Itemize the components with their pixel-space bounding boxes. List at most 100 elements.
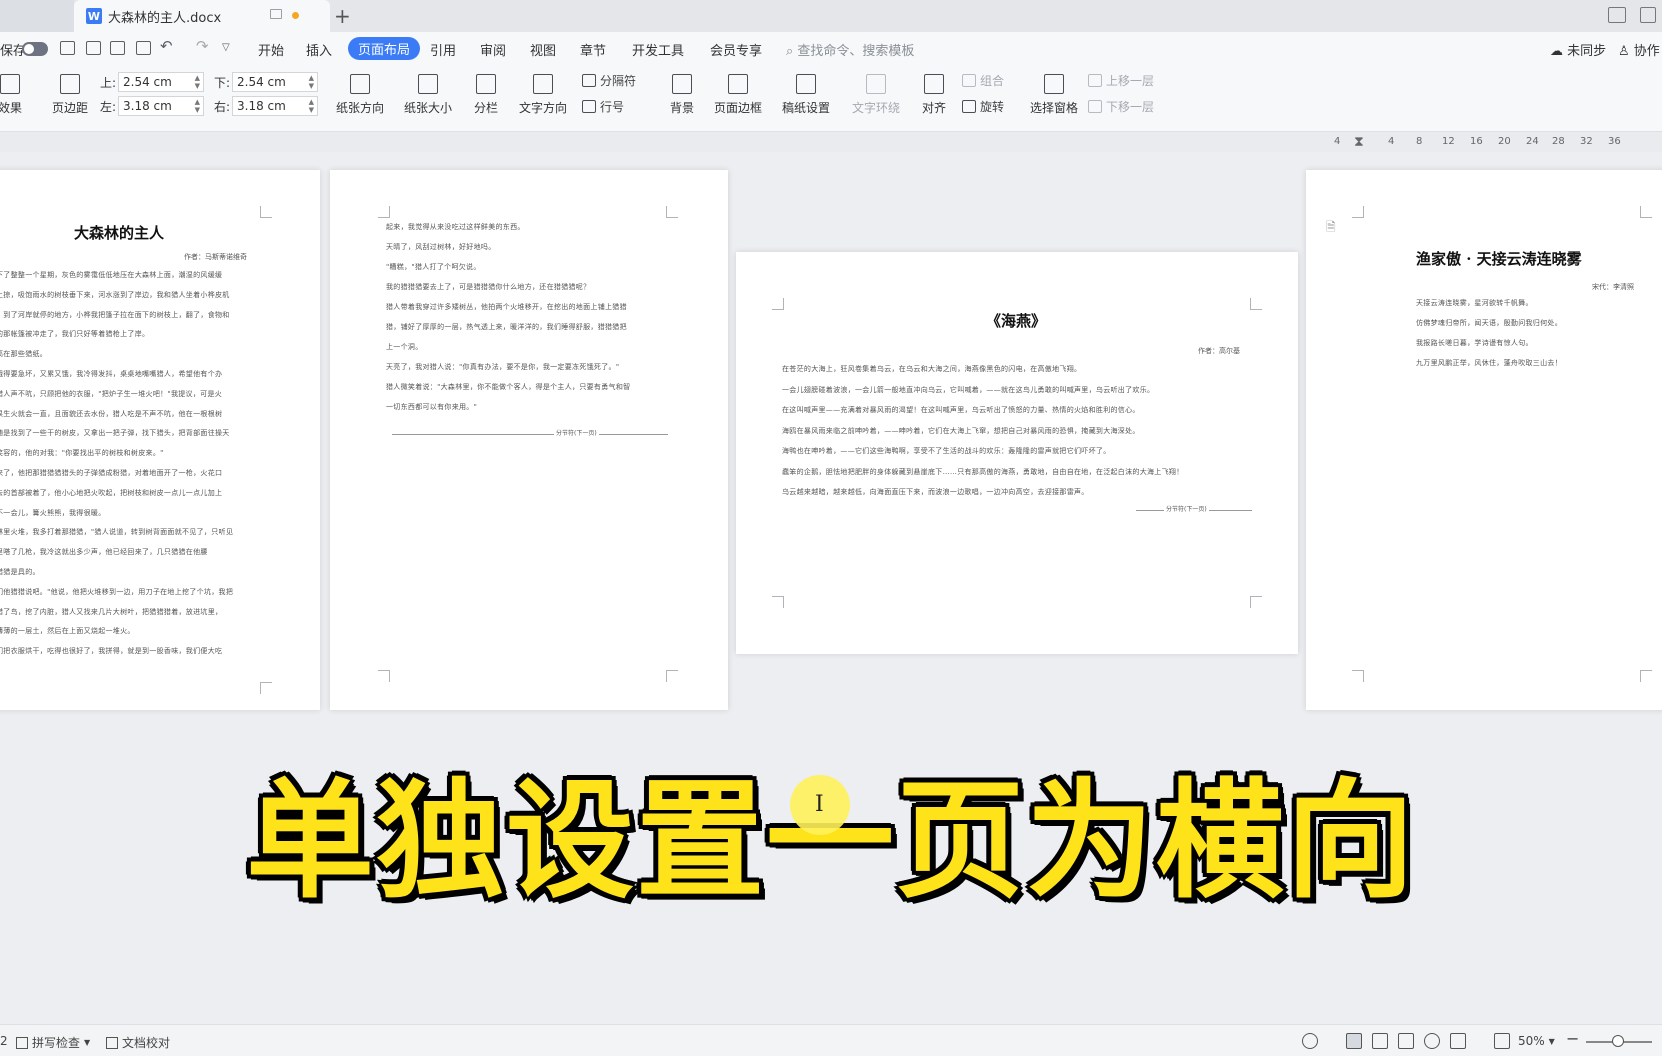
document-tab[interactable]: W 大森林的主人.docx xyxy=(74,0,330,32)
background-label: 背景 xyxy=(669,101,694,115)
save-icon[interactable] xyxy=(60,41,75,55)
web-view-icon[interactable] xyxy=(1424,1033,1440,1049)
bring-forward-button[interactable]: 上移一层 xyxy=(1088,72,1154,89)
body-text-line: 在这叫喊声里——充满着对暴风雨的渴望！在这叫喊声里，乌云听出了愤怒的力量、热情的… xyxy=(782,406,1140,414)
reading-view-icon[interactable] xyxy=(1398,1033,1414,1049)
spell-check-button[interactable]: 拼写检查 ▼ xyxy=(16,1034,90,1051)
right-margin-value: 3.18 cm xyxy=(237,99,286,113)
effect-button[interactable]: 效果 xyxy=(0,74,26,116)
body-text-line: 猎人带着我穿过许多矮树丛，他拍两个火堆移开，在挖出的地面上铺上猎猎 xyxy=(386,303,627,311)
zoom-level[interactable]: 50% ▼ xyxy=(1518,1034,1555,1048)
separator-label: 分隔符 xyxy=(600,74,637,88)
left-margin-value: 3.18 cm xyxy=(123,99,172,113)
doc-proof-button[interactable]: 文档校对 xyxy=(106,1034,170,1051)
chevron-down-icon: ▼ xyxy=(84,1038,91,1047)
write-mode-icon[interactable] xyxy=(1450,1033,1466,1049)
page-corner-mark xyxy=(378,670,390,682)
page-number[interactable]: 2 xyxy=(0,1034,8,1048)
ruler-tick: 8 xyxy=(1416,136,1423,147)
group-button[interactable]: 组合 xyxy=(962,72,1004,89)
quick-access-dropdown-icon[interactable]: ▽ xyxy=(222,42,230,53)
undo-icon[interactable]: ↶ xyxy=(160,37,173,55)
left-margin-input[interactable]: 3.18 cm ▲ ▼ xyxy=(118,96,204,116)
line-number-icon xyxy=(582,100,596,113)
sync-status[interactable]: ☁ 未同步 xyxy=(1550,40,1606,59)
page-3-landscape[interactable]: 《海燕》 作者：高尔基 在苍茫的大海上，狂风卷集着乌云，在乌云和大海之间，海燕像… xyxy=(736,252,1298,654)
right-margin-spinner[interactable]: ▲ ▼ xyxy=(309,98,314,114)
manuscript-button[interactable]: 稿纸设置 xyxy=(778,74,834,116)
new-tab-icon[interactable]: + xyxy=(334,4,351,28)
zoom-slider-knob[interactable] xyxy=(1612,1035,1624,1047)
page-view-icon[interactable] xyxy=(1346,1033,1362,1049)
separator-button[interactable]: 分隔符 xyxy=(582,72,636,89)
eye-protection-icon[interactable] xyxy=(1302,1033,1318,1049)
orientation-icon xyxy=(350,74,370,94)
margins-button[interactable]: 页边距 xyxy=(44,74,96,116)
window-layout-icon[interactable] xyxy=(1608,7,1626,23)
page-border-button[interactable]: 页面边框 xyxy=(710,74,766,116)
page-4[interactable]: 🗎 渔家傲 · 天接云涛连晓雾 宋代：李清照 天接云涛连晓雾，星河欲转千帆舞。仿… xyxy=(1306,170,1662,710)
menu-page-layout[interactable]: 页面布局 xyxy=(348,37,421,60)
menu-view[interactable]: 视图 xyxy=(530,40,556,59)
right-margin-input[interactable]: 3.18 cm ▲ ▼ xyxy=(232,96,318,116)
menu-developer[interactable]: 开发工具 xyxy=(632,40,684,59)
send-backward-label: 下移一层 xyxy=(1106,100,1155,114)
orientation-button[interactable]: 纸张方向 xyxy=(330,74,390,116)
paper-size-button[interactable]: 纸张大小 xyxy=(398,74,458,116)
page-3-author: 作者：高尔基 xyxy=(1198,347,1240,355)
section-break-label: 分节符(下一页) xyxy=(554,428,599,437)
outline-view-icon[interactable] xyxy=(1372,1033,1388,1049)
top-margin-input[interactable]: 2.54 cm ▲ ▼ xyxy=(118,72,204,92)
command-search[interactable]: ⌕ 查找命令、搜索模板 xyxy=(786,40,914,59)
left-margin-spinner[interactable]: ▲ ▼ xyxy=(195,98,200,114)
redo-icon[interactable]: ↷ xyxy=(196,37,209,55)
bottom-margin-input[interactable]: 2.54 cm ▲ ▼ xyxy=(232,72,318,92)
send-backward-button[interactable]: 下移一层 xyxy=(1088,98,1154,115)
paste-options-icon[interactable]: 🗎 xyxy=(1326,218,1336,239)
background-button[interactable]: 背景 xyxy=(664,74,700,116)
zoom-out-icon[interactable]: − xyxy=(1566,1029,1579,1048)
home-tab[interactable] xyxy=(0,0,74,32)
horizontal-ruler[interactable]: 4 ⧗ 4 8 12 16 20 24 28 32 36 xyxy=(1320,134,1662,152)
manuscript-icon xyxy=(796,74,816,94)
print-icon[interactable] xyxy=(110,41,125,55)
menu-start[interactable]: 开始 xyxy=(258,40,284,59)
body-text-line: 果生火就会一直，且面貌还去水份，猎人吃是不声不吭，他在一根根树 xyxy=(0,409,223,418)
indent-marker-icon[interactable]: ⧗ xyxy=(1354,134,1364,150)
autosave-toggle[interactable] xyxy=(22,42,48,56)
menu-member[interactable]: 会员专享 xyxy=(710,40,762,59)
menu-chapter[interactable]: 章节 xyxy=(580,40,606,59)
doc-proof-label: 文档校对 xyxy=(122,1036,171,1050)
line-number-button[interactable]: 行号 xyxy=(582,98,624,115)
fit-page-icon[interactable] xyxy=(1494,1033,1510,1049)
bottom-margin-spinner[interactable]: ▲ ▼ xyxy=(309,74,314,90)
rotate-label: 旋转 xyxy=(980,100,1005,114)
rotate-icon xyxy=(962,100,976,113)
manuscript-label: 稿纸设置 xyxy=(781,101,830,115)
menu-review[interactable]: 审阅 xyxy=(480,40,506,59)
print-preview-icon[interactable] xyxy=(136,41,151,55)
body-text-line: 猎人微笑着说："大森林里，你不能做个客人，得是个主人，只要有勇气和智 xyxy=(386,383,631,391)
text-wrap-button[interactable]: 文字环绕 xyxy=(846,74,906,116)
page-1[interactable]: 大森林的主人 作者：马斯蒂诺维奇 下了整整一个星期，灰色的雾霭低低地压在大森林上… xyxy=(0,170,320,710)
bring-forward-icon xyxy=(1088,74,1102,87)
page-corner-mark xyxy=(378,206,390,218)
top-margin-spinner[interactable]: ▲ ▼ xyxy=(195,74,200,90)
text-direction-button[interactable]: 文字方向 xyxy=(512,74,574,116)
selection-pane-button[interactable]: 选择窗格 xyxy=(1026,74,1082,116)
body-text-line: 一切东西都可以有你来用。" xyxy=(386,403,478,411)
export-icon[interactable] xyxy=(86,41,101,55)
align-button[interactable]: 对齐 xyxy=(916,74,952,116)
ruler-tick: 16 xyxy=(1470,136,1483,147)
collaborate-button[interactable]: ♙ 协作 xyxy=(1618,40,1660,59)
columns-button[interactable]: 分栏 xyxy=(466,74,506,116)
menu-insert[interactable]: 插入 xyxy=(306,40,332,59)
page-2[interactable]: 起来，我觉得从来没吃过这样鲜美的东西。 天晴了，风刮过树林，好好地吗。 "糟糕，"猎… xyxy=(330,170,728,710)
grid-apps-icon[interactable] xyxy=(1640,7,1656,23)
monitor-icon[interactable] xyxy=(270,9,282,19)
top-margin-label: 上: xyxy=(100,76,117,90)
rotate-button[interactable]: 旋转 xyxy=(962,98,1004,115)
page-corner-mark xyxy=(260,206,272,218)
menu-references[interactable]: 引用 xyxy=(430,40,456,59)
body-text-line: 随是找到了一些干的树皮，又拿出一把子弹，找下猎头，把背部面往操天 xyxy=(0,429,230,438)
